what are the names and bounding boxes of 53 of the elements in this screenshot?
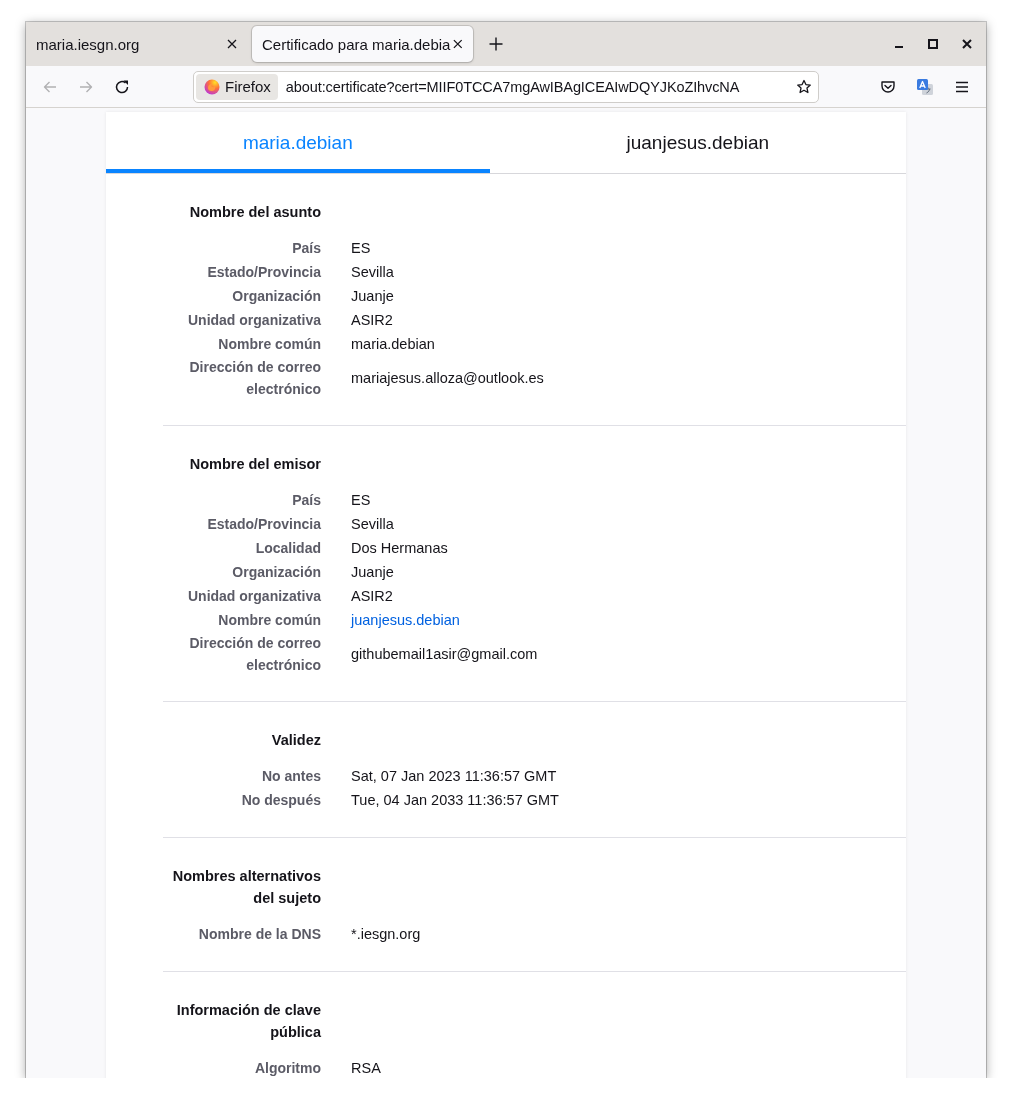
star-icon[interactable] — [796, 78, 812, 95]
address-bar[interactable]: Firefox about:certificate?cert=MIIF0TCCA7mgAwIBAgICEAIwDQYJKoZIhvcNA — [193, 70, 819, 103]
browser-tab[interactable]: maria.iesgn.org — [26, 26, 247, 62]
field-value: Juanje — [351, 563, 394, 582]
field-value: *.iesgn.org — [351, 925, 421, 944]
plus-icon[interactable] — [488, 36, 504, 52]
field-value: maria.debian — [351, 335, 435, 354]
section-heading: Nombre del emisor — [188, 455, 321, 474]
field-value: ASIR2 — [351, 311, 393, 330]
field-value: githubemail1asir@gmail.com — [351, 645, 538, 664]
field-label: Nombre común — [217, 335, 321, 354]
field-label: Unidad organizativa — [186, 587, 321, 606]
url-text[interactable]: about:certificate?cert=MIIF0TCCA7mgAwIBAgICEAIwDQYJKoZIhvcNA — [285, 78, 796, 95]
field-label: País — [291, 491, 321, 510]
identity-button[interactable]: Firefox — [196, 73, 278, 100]
section-heading: Nombres alternativos del sujeto — [171, 867, 321, 908]
field-value: Tue, 04 Jan 2033 11:36:57 GMT — [351, 791, 559, 810]
field-value: Dos Hermanas — [351, 539, 448, 558]
section-heading: Información de clave pública — [175, 1001, 321, 1042]
field-value: RSA — [351, 1059, 381, 1078]
field-label: Nombre común — [217, 611, 321, 630]
maximize-icon[interactable] — [925, 36, 941, 52]
reload-icon[interactable] — [114, 78, 130, 95]
field-label: País — [291, 239, 321, 258]
field-value: Juanje — [351, 287, 394, 306]
field-value: ASIR2 — [351, 587, 393, 606]
field-value: ES — [351, 491, 371, 510]
field-label: Dirección de correo electrónico — [188, 358, 321, 399]
field-value: Sevilla — [351, 515, 394, 534]
pocket-icon[interactable] — [880, 78, 896, 95]
field-value: Sevilla — [351, 263, 394, 282]
field-link[interactable]: juanjesus.debian — [351, 609, 460, 631]
field-label: Localidad — [254, 539, 321, 558]
translate-icon[interactable] — [916, 77, 934, 96]
section-heading: Nombre del asunto — [188, 203, 321, 222]
field-label: Estado/Provincia — [206, 515, 321, 534]
field-value: ES — [351, 239, 371, 258]
section-heading: Validez — [270, 731, 321, 750]
field-label: Nombre de la DNS — [197, 925, 321, 944]
browser-tab[interactable]: Certificado para maria.debia — [252, 26, 473, 62]
field-label: Organización — [231, 287, 321, 306]
certificate-tab[interactable]: maria.debian — [106, 112, 490, 173]
field-value: mariajesus.alloza@outlook.es — [351, 369, 544, 388]
certificate-tab[interactable]: juanjesus.debian — [489, 112, 906, 173]
field-value: Sat, 07 Jan 2023 11:36:57 GMT — [351, 767, 557, 786]
browser-logo-icon — [204, 78, 220, 95]
field-label: No antes — [260, 767, 321, 786]
field-label: Dirección de correo electrónico — [188, 634, 321, 675]
field-label: Unidad organizativa — [186, 311, 321, 330]
field-label: Estado/Provincia — [206, 263, 321, 282]
field-label: Organización — [231, 563, 321, 582]
field-label: No después — [240, 791, 321, 810]
field-label: Algoritmo — [253, 1059, 321, 1078]
